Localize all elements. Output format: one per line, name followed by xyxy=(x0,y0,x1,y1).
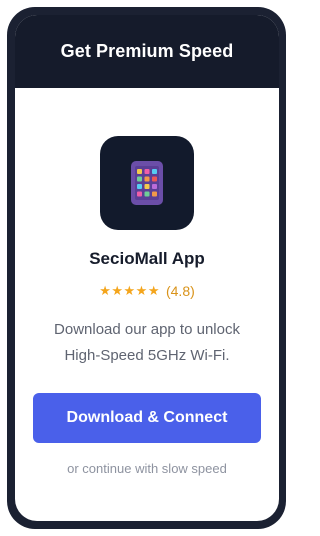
app-name: SecioMall App xyxy=(89,249,205,268)
app-grid-phone-icon xyxy=(131,161,163,205)
continue-slow-speed-link[interactable]: or continue with slow speed xyxy=(67,461,227,476)
description-line-2: High-Speed 5GHz Wi-Fi. xyxy=(64,347,230,364)
phone-frame: Get Premium Speed SecioMall App ★★★★★ (4… xyxy=(7,7,286,529)
app-icon xyxy=(100,136,194,230)
header-title: Get Premium Speed xyxy=(60,41,234,61)
app-description: Download our app to unlock High-Speed 5G… xyxy=(32,317,262,369)
description-line-1: Download our app to unlock xyxy=(54,321,240,338)
star-rating-icon: ★★★★★ xyxy=(99,283,160,298)
app-rating: ★★★★★ (4.8) xyxy=(99,283,195,299)
card-body: SecioMall App ★★★★★ (4.8) Download our a… xyxy=(15,88,279,521)
rating-value: (4.8) xyxy=(165,283,195,299)
promo-card: Get Premium Speed SecioMall App ★★★★★ (4… xyxy=(15,15,279,521)
header-bar: Get Premium Speed xyxy=(15,15,279,88)
download-connect-button[interactable]: Download & Connect xyxy=(33,393,261,443)
